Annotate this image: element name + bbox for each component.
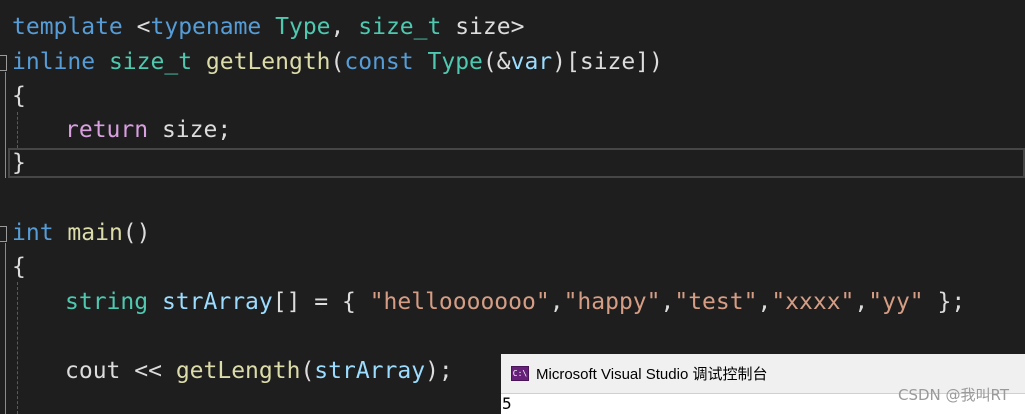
type-param: Type xyxy=(275,14,331,40)
keyword-template: template xyxy=(12,14,123,40)
string-literal: "test" xyxy=(674,289,758,315)
brace-close: } xyxy=(12,150,26,176)
string-literal: "xxxx" xyxy=(771,289,855,315)
angle-close: > xyxy=(510,14,525,40)
code-line-4[interactable]: return size; xyxy=(0,113,1025,147)
initializer-close: }; xyxy=(937,289,966,315)
code-line-5[interactable]: } xyxy=(0,146,1025,180)
function-main: main xyxy=(67,220,123,246)
ref-open: (& xyxy=(482,49,511,75)
paren-open: ( xyxy=(330,49,345,75)
return-size: size xyxy=(161,117,218,143)
param-size: size xyxy=(579,49,636,75)
comma: , xyxy=(330,14,345,40)
comma: , xyxy=(757,289,772,315)
type-size-t: size_t xyxy=(358,14,442,40)
code-editor[interactable]: template <typename Type, size_t size> in… xyxy=(0,0,1025,414)
paren-open: ( xyxy=(300,358,315,384)
identifier-cout: cout xyxy=(65,358,121,384)
param-var: var xyxy=(510,49,553,75)
keyword-int: int xyxy=(12,220,54,246)
type-param: Type xyxy=(427,49,483,75)
paren-close: ); xyxy=(425,358,453,384)
initializer-open: [] = { xyxy=(272,289,356,315)
string-literal: "yy" xyxy=(868,289,924,315)
string-literal: "hellooooooo" xyxy=(369,289,550,315)
stream-operator: << xyxy=(134,358,162,384)
comma: , xyxy=(854,289,869,315)
watermark: CSDN @我叫RT xyxy=(897,386,1009,404)
brace-open: { xyxy=(12,254,26,280)
comma: , xyxy=(660,289,675,315)
type-string: string xyxy=(65,289,149,315)
function-getlength: getLength xyxy=(205,49,331,75)
param-size: size xyxy=(455,14,511,40)
bracket-close: ]) xyxy=(635,49,663,75)
code-line-1[interactable]: template <typename Type, size_t size> xyxy=(0,10,1025,44)
code-line-2[interactable]: inline size_t getLength(const Type(&var)… xyxy=(0,45,1025,79)
function-getlength: getLength xyxy=(175,358,301,384)
variable-strarray: strArray xyxy=(314,358,426,384)
console-app-icon: C:\ xyxy=(511,366,529,381)
keyword-typename: typename xyxy=(150,14,262,40)
keyword-const: const xyxy=(344,49,414,75)
comma: , xyxy=(549,289,564,315)
variable-strarray: strArray xyxy=(161,289,273,315)
code-line-9[interactable]: string strArray[] = { "hellooooooo","hap… xyxy=(0,285,1025,319)
code-line-3[interactable]: { xyxy=(0,79,1025,113)
type-size-t: size_t xyxy=(108,49,193,75)
parens: () xyxy=(122,220,151,246)
console-title: Microsoft Visual Studio 调试控制台 xyxy=(536,366,768,383)
semicolon: ; xyxy=(217,117,232,143)
keyword-inline: inline xyxy=(12,49,96,75)
keyword-return: return xyxy=(65,117,149,143)
console-output-text: 5 xyxy=(502,394,512,413)
brace-open: { xyxy=(12,83,26,109)
angle-open: < xyxy=(136,14,151,40)
bracket-open: )[ xyxy=(552,49,580,75)
string-literal: "happy" xyxy=(563,289,661,315)
code-line-7[interactable]: int main() xyxy=(0,216,1025,250)
code-line-8[interactable]: { xyxy=(0,250,1025,284)
